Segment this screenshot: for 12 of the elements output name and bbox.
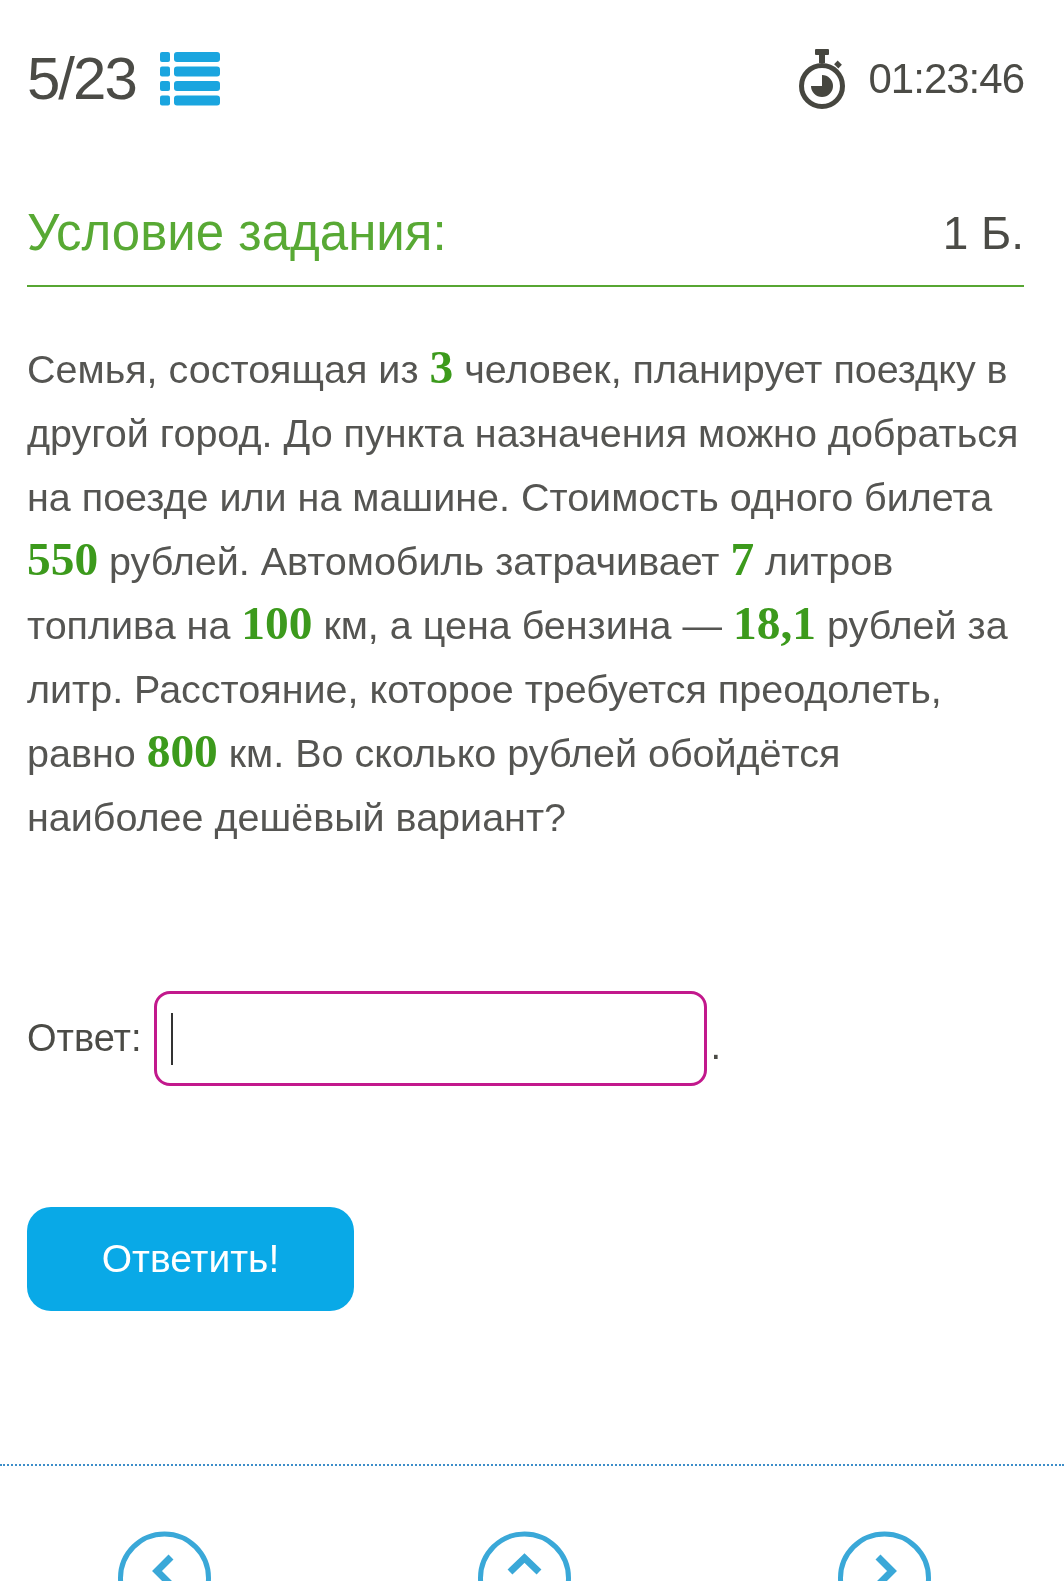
- timer-text: 01:23:46: [868, 58, 1024, 100]
- stopwatch-icon: [798, 49, 845, 109]
- question-counter: 5/23: [27, 49, 136, 109]
- task-text: Семья, состоящая из 3 человек, планирует поездку в другой город. До пункта назначения можно добраться на поезде или на машине. Стоимость одного билета 550 рублей. Автомобиль затрачивает 7 литров топлива на 100 км, а цена бензина — 18,1 рублей за литр. Расстояние, которое требуется преодолеть, равно 800 км. Во сколько рублей обойдётся наиболее дешёвый вариант?: [27, 340, 1020, 841]
- answer-field[interactable]: [153, 991, 707, 1086]
- submit-button[interactable]: Ответить!: [27, 1207, 354, 1311]
- task-title: Условие задания:: [27, 203, 447, 263]
- list-icon[interactable]: [159, 52, 220, 106]
- text-cursor-icon: [170, 1013, 173, 1065]
- answer-suffix: .: [710, 1025, 722, 1068]
- answer-label: Ответ:: [27, 1017, 142, 1060]
- points-text: 1 Б.: [942, 206, 1024, 261]
